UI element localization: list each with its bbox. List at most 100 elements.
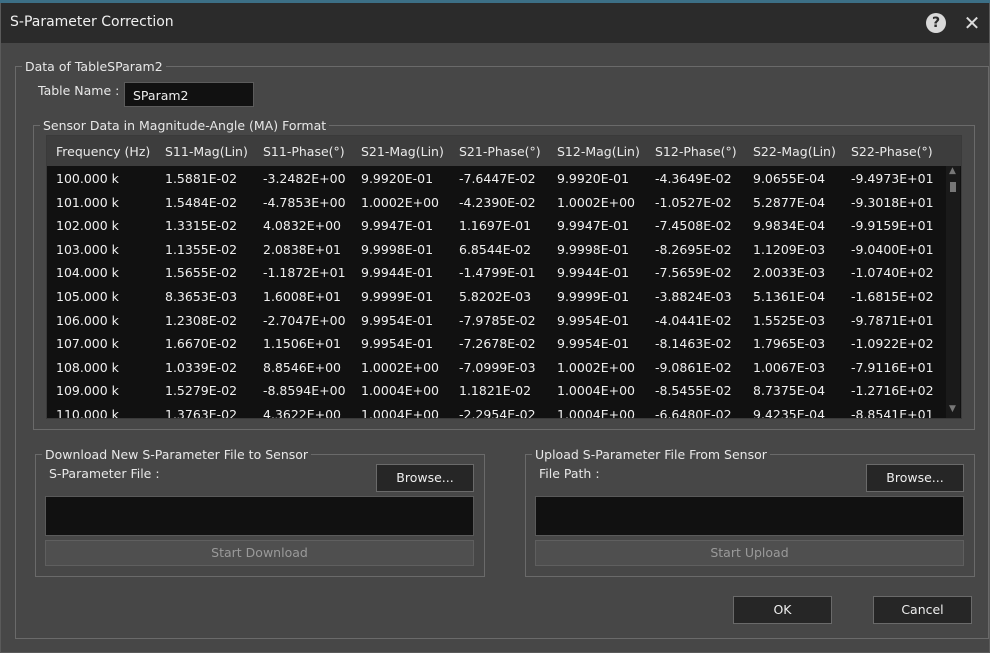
download-group-legend: Download New S-Parameter File to Sensor	[45, 447, 309, 462]
column-header-s12-mag[interactable]: S12-Mag(Lin)	[557, 144, 640, 159]
cell-s22-mag: 9.9834E-04	[753, 218, 826, 234]
table-row[interactable]: 106.000 k 1.2308E-02 -2.7047E+00 9.9954E-01…	[47, 308, 945, 332]
cell-s21-phase: -1.4799E-01	[459, 265, 536, 281]
table-row[interactable]: 104.000 k 1.5655E-02 -1.1872E+01 9.9944E-01…	[47, 260, 945, 284]
cell-s11-mag: 8.3653E-03	[165, 289, 238, 304]
cell-s22-mag: 8.7375E-04	[753, 383, 826, 399]
cell-s11-phase: 4.3622E+00	[263, 407, 342, 419]
cell-s22-phase: -7.9116E+01	[851, 359, 934, 375]
cancel-button[interactable]: Cancel	[873, 596, 972, 624]
s-parameter-correction-dialog: S-Parameter Correction ? ✕ Data of Table…	[0, 3, 990, 653]
table-row[interactable]: 103.000 k 1.1355E-02 2.0838E+01 9.9998E-01 6…	[47, 237, 945, 261]
cell-s11-mag: 1.2308E-02	[165, 312, 238, 328]
column-header-frequency[interactable]: Frequency (Hz)	[56, 144, 150, 159]
cell-s11-phase: -1.1872E+01	[263, 265, 346, 281]
cell-s11-mag: 1.5279E-02	[165, 383, 238, 399]
column-header-s21-phase[interactable]: S21-Phase(°)	[459, 144, 541, 159]
cell-s21-mag: 9.9954E-01	[361, 336, 434, 352]
cell-s12-phase: -8.5455E-02	[655, 383, 732, 399]
cell-s12-mag: 9.9954E-01	[557, 336, 630, 352]
cell-s11-phase: 2.0838E+01	[263, 241, 342, 257]
cell-s11-phase: -8.8594E+00	[263, 383, 346, 399]
close-icon[interactable]: ✕	[961, 10, 983, 36]
start-download-button[interactable]: Start Download	[45, 540, 474, 566]
cell-s22-phase: -1.0922E+02	[851, 336, 934, 352]
cell-frequency: 106.000 k	[56, 312, 119, 328]
cell-s22-mag: 1.7965E-03	[753, 336, 826, 352]
cell-s21-mag: 1.0002E+00	[361, 359, 440, 375]
cell-s12-phase: -9.0861E-02	[655, 359, 732, 375]
table-name-field[interactable]: SParam2	[124, 82, 254, 107]
cell-s22-phase: -9.4973E+01	[851, 171, 934, 186]
table-row[interactable]: 100.000 k 1.5881E-02 -3.2482E+00 9.9920E-01…	[47, 166, 945, 190]
cell-s22-phase: -1.0740E+02	[851, 265, 934, 281]
upload-browse-button[interactable]: Browse...	[866, 464, 964, 492]
cell-s21-phase: -2.2954E-02	[459, 407, 536, 419]
cell-s12-phase: -1.0527E-02	[655, 194, 732, 210]
cell-s21-phase: -7.9785E-02	[459, 312, 536, 328]
cell-s11-phase: 4.0832E+00	[263, 218, 342, 234]
column-header-s12-phase[interactable]: S12-Phase(°)	[655, 144, 737, 159]
cell-frequency: 104.000 k	[56, 265, 119, 281]
file-path-label: File Path :	[539, 466, 600, 481]
cell-frequency: 109.000 k	[56, 383, 119, 399]
cell-s22-mag: 9.0655E-04	[753, 171, 826, 186]
table-row[interactable]: 110.000 k 1.3763E-02 4.3622E+00 1.0004E+00 -…	[47, 402, 945, 419]
cell-frequency: 102.000 k	[56, 218, 119, 234]
column-header-s22-phase[interactable]: S22-Phase(°)	[851, 144, 933, 159]
cell-s22-phase: -9.3018E+01	[851, 194, 934, 210]
table-row[interactable]: 107.000 k 1.6670E-02 1.1506E+01 9.9954E-01 -…	[47, 331, 945, 355]
cell-s12-mag: 1.0004E+00	[557, 383, 636, 399]
start-upload-button[interactable]: Start Upload	[535, 540, 964, 566]
cell-s12-phase: -6.6480E-02	[655, 407, 732, 419]
download-browse-button[interactable]: Browse...	[376, 464, 474, 492]
table-row[interactable]: 105.000 k 8.3653E-03 1.6008E+01 9.9999E-01 5…	[47, 284, 945, 308]
cell-s11-phase: 1.6008E+01	[263, 289, 342, 304]
column-header-s22-mag[interactable]: S22-Mag(Lin)	[753, 144, 836, 159]
table-row[interactable]: 101.000 k 1.5484E-02 -4.7853E+00 1.0002E+00…	[47, 190, 945, 214]
cell-s22-phase: -1.2716E+02	[851, 383, 934, 399]
cell-s21-mag: 9.9954E-01	[361, 312, 434, 328]
cell-frequency: 107.000 k	[56, 336, 119, 352]
column-header-s11-phase[interactable]: S11-Phase(°)	[263, 144, 345, 159]
cell-s11-phase: 1.1506E+01	[263, 336, 342, 352]
cell-s11-phase: -4.7853E+00	[263, 194, 346, 210]
cell-s12-phase: -8.1463E-02	[655, 336, 732, 352]
column-header-s21-mag[interactable]: S21-Mag(Lin)	[361, 144, 444, 159]
cell-s12-phase: -7.5659E-02	[655, 265, 732, 281]
cell-s21-mag: 9.9944E-01	[361, 265, 434, 281]
table-row[interactable]: 109.000 k 1.5279E-02 -8.8594E+00 1.0004E+00…	[47, 378, 945, 402]
cell-s21-phase: 1.1697E-01	[459, 218, 532, 234]
cell-s12-mag: 9.9944E-01	[557, 265, 630, 281]
data-group-legend: Data of TableSParam2	[25, 59, 163, 74]
cell-s11-mag: 1.3315E-02	[165, 218, 238, 234]
cell-s12-phase: -4.3649E-02	[655, 171, 732, 186]
help-icon[interactable]: ?	[926, 13, 946, 33]
s-parameter-file-label: S-Parameter File :	[49, 466, 160, 481]
cell-s21-mag: 1.0002E+00	[361, 194, 440, 210]
scroll-thumb[interactable]	[950, 182, 956, 192]
scroll-down-arrow-icon[interactable]: ▼	[949, 404, 956, 414]
cell-s21-mag: 9.9999E-01	[361, 289, 434, 304]
cell-s11-mag: 1.3763E-02	[165, 407, 238, 419]
cell-s21-phase: 5.8202E-03	[459, 289, 532, 304]
cell-s11-mag: 1.5484E-02	[165, 194, 238, 210]
column-header-s11-mag[interactable]: S11-Mag(Lin)	[165, 144, 248, 159]
sensor-data-table[interactable]: Frequency (Hz) S11-Mag(Lin) S11-Phase(°)…	[46, 135, 962, 419]
cell-s12-phase: -3.8824E-03	[655, 289, 732, 304]
cell-frequency: 108.000 k	[56, 359, 119, 375]
table-vertical-scrollbar[interactable]: ▲ ▼	[946, 166, 960, 418]
cell-s11-mag: 1.6670E-02	[165, 336, 238, 352]
cell-s12-mag: 1.0004E+00	[557, 407, 636, 419]
ok-button[interactable]: OK	[733, 596, 832, 624]
cell-s22-mag: 1.1209E-03	[753, 241, 826, 257]
cell-s21-phase: -7.6447E-02	[459, 171, 536, 186]
upload-file-path-field[interactable]	[535, 496, 964, 536]
dialog-title: S-Parameter Correction	[10, 14, 174, 30]
table-row[interactable]: 108.000 k 1.0339E-02 8.8546E+00 1.0002E+00 -…	[47, 355, 945, 379]
s-parameter-file-path-field[interactable]	[45, 496, 474, 536]
table-row[interactable]: 102.000 k 1.3315E-02 4.0832E+00 9.9947E-01 1…	[47, 213, 945, 237]
cell-frequency: 105.000 k	[56, 289, 119, 304]
scroll-up-arrow-icon[interactable]: ▲	[949, 166, 956, 176]
cell-s21-phase: -7.2678E-02	[459, 336, 536, 352]
